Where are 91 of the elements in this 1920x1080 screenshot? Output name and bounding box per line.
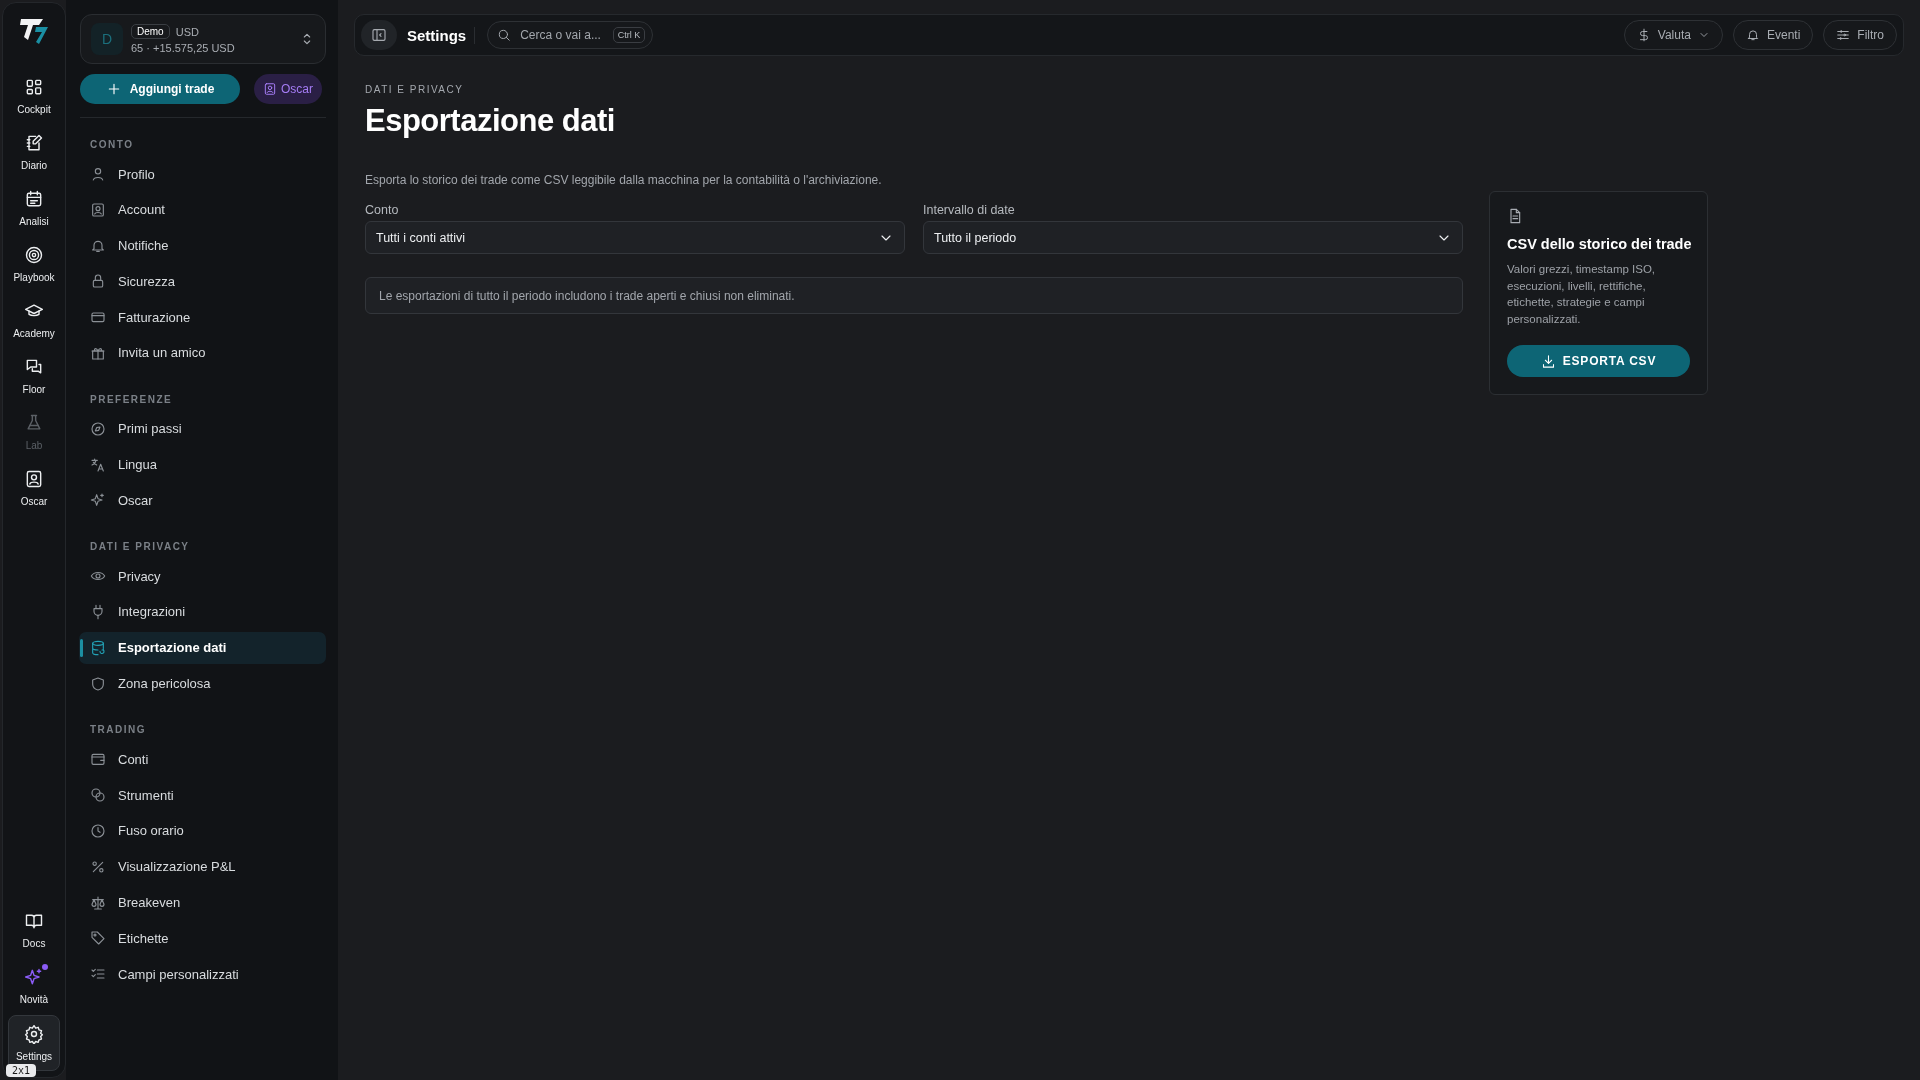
breadcrumb: DATI E PRIVACY xyxy=(365,84,465,95)
sidebar-toggle-button[interactable] xyxy=(361,20,397,50)
target-icon xyxy=(24,245,44,265)
shield-icon xyxy=(90,675,106,692)
nav-rail-item[interactable]: Analisi xyxy=(8,181,60,237)
toolbar-button[interactable]: Valuta xyxy=(1623,20,1723,50)
coins-icon xyxy=(90,787,106,804)
account-currency: USD xyxy=(175,25,199,38)
promo-badge: 2x1 xyxy=(6,1064,37,1077)
shortcut-hint: Ctrl K xyxy=(612,27,646,43)
account-summary: 65 · +15.575,25 USD xyxy=(131,42,236,54)
sidebar-item[interactable]: Esportazione dati xyxy=(79,631,326,664)
section-heading: DATI E PRIVACY xyxy=(90,541,191,553)
bell-icon xyxy=(1745,28,1760,42)
nav-rail-item[interactable]: Docs xyxy=(8,903,60,959)
select-field[interactable]: Tutto il periodo xyxy=(923,221,1463,254)
sidebar-item[interactable]: Invita un amico xyxy=(79,337,326,369)
add-trade-button[interactable]: Aggiungi trade xyxy=(80,74,240,104)
sidebar-item[interactable]: Fatturazione xyxy=(79,301,326,334)
sidebar-item[interactable]: Oscar xyxy=(79,484,326,517)
sidebar-item[interactable]: Account xyxy=(79,193,326,226)
sidebar-item[interactable]: Notifiche xyxy=(79,229,326,262)
sidebar-item[interactable]: Fuso orario xyxy=(79,814,326,847)
grid-icon xyxy=(24,77,44,97)
database-icon xyxy=(90,639,106,656)
export-csv-button[interactable]: ESPORTA CSV xyxy=(1507,345,1690,377)
nav-rail-item[interactable]: Cockpit xyxy=(8,69,60,125)
user-square-icon xyxy=(90,201,106,218)
section-heading: TRADING xyxy=(90,724,148,736)
toolbar-button[interactable]: Eventi xyxy=(1732,20,1814,50)
account-switcher[interactable]: D Demo USD 65 · +15.575,25 USD xyxy=(80,14,326,64)
sidebar-item[interactable]: Campi personalizzati xyxy=(79,958,326,991)
translate-icon xyxy=(90,456,106,473)
chat-icon xyxy=(24,357,44,377)
nav-rail-item[interactable]: Diario xyxy=(8,125,60,181)
field-label: Intervallo di date xyxy=(923,203,1016,217)
sidebar-item[interactable]: Integrazioni xyxy=(79,595,326,628)
section-heading: PREFERENZE xyxy=(90,393,174,405)
logo xyxy=(19,17,49,45)
card-title: CSV dello storico dei trade xyxy=(1507,236,1690,252)
notebook-icon xyxy=(24,133,44,153)
info-note: Le esportazioni di tutto il periodo includono i trade aperti e chiusi non eliminati. xyxy=(365,277,1463,314)
sidebar-item[interactable]: Privacy xyxy=(79,560,326,593)
gift-icon xyxy=(90,345,106,361)
user-square-icon xyxy=(263,82,277,96)
clock-icon xyxy=(90,822,106,839)
nav-rail-item[interactable]: Playbook xyxy=(8,237,60,293)
sidebar-item[interactable]: Profilo xyxy=(79,158,326,190)
sidebar-item[interactable]: Strumenti xyxy=(79,779,326,812)
card-description: Valori grezzi, timestamp ISO, esecuzioni, livelli, rettifiche, etichette, strategie e campi personalizzati. xyxy=(1507,262,1657,327)
book-icon xyxy=(24,911,44,931)
oscar-button[interactable]: Oscar xyxy=(254,74,322,104)
sparkle-icon xyxy=(90,492,106,509)
account-avatar: D xyxy=(91,23,123,55)
section-heading: CONTO xyxy=(90,139,135,150)
lock-icon xyxy=(90,273,106,290)
nav-rail-item[interactable]: Novità xyxy=(8,959,60,1015)
sidebar-item[interactable]: Zona pericolosa xyxy=(79,667,326,700)
sidebar-item[interactable]: Sicurezza xyxy=(79,265,326,298)
sidebar-item[interactable]: Conti xyxy=(79,743,326,776)
percent-icon xyxy=(90,858,106,875)
nav-rail-item[interactable]: Oscar xyxy=(8,461,60,517)
plug-icon xyxy=(90,603,106,620)
document-icon xyxy=(1507,208,1523,224)
sidebar-item[interactable]: Breakeven xyxy=(79,886,326,919)
sidebar-item[interactable]: Etichette xyxy=(79,922,326,955)
filter-icon xyxy=(1836,28,1851,42)
scale-icon xyxy=(90,894,106,911)
sidebar-item[interactable]: Visualizzazione P&L xyxy=(79,850,326,883)
page-title: Settings xyxy=(407,26,476,44)
page-heading: Esportazione dati xyxy=(365,103,616,139)
sidebar-item[interactable]: Lingua xyxy=(79,448,326,481)
user-square-icon xyxy=(24,469,44,489)
search-icon xyxy=(497,28,512,42)
compass-icon xyxy=(90,420,106,437)
toolbar-button[interactable]: Filtro xyxy=(1823,20,1897,50)
tag-icon xyxy=(90,930,106,947)
sidebar-item[interactable]: Primi passi xyxy=(79,412,326,445)
sidebar-toggle-icon xyxy=(371,27,387,43)
mode-badge: Demo xyxy=(131,24,170,39)
user-icon xyxy=(90,166,106,182)
page-description: Esporta lo storico dei trade come CSV leggibile dalla macchina per la contabilità o l'archiviazione. xyxy=(365,173,883,187)
settings-icon xyxy=(24,1024,44,1044)
calendar-icon xyxy=(24,189,44,209)
wallet-icon xyxy=(90,751,106,768)
sparkle-icon xyxy=(24,967,44,987)
select-field[interactable]: Tutti i conti attivi xyxy=(365,221,905,254)
nav-rail-item[interactable]: Floor xyxy=(8,349,60,405)
field-label: Conto xyxy=(365,203,400,217)
download-icon xyxy=(1540,353,1556,369)
nav-rail-item[interactable]: Academy xyxy=(8,293,60,349)
